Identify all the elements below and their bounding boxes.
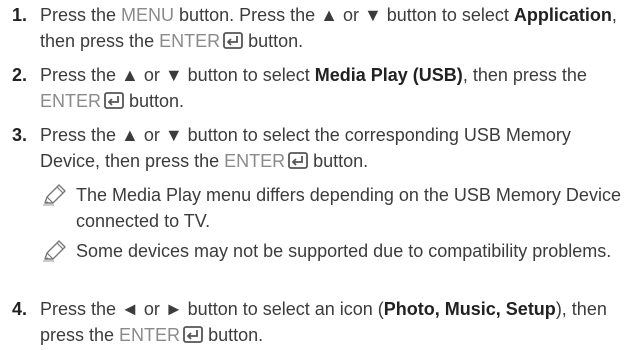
icon-options-keyword: Photo, Music, Setup: [383, 299, 556, 319]
enter-icon: [288, 150, 309, 176]
step-text: Press the ▲ or ▼ button to select Media …: [40, 62, 632, 116]
media-play-keyword: Media Play (USB): [314, 65, 463, 85]
enter-icon: [223, 30, 243, 56]
step-text: Press the MENU button. Press the ▲ or ▼ …: [40, 2, 632, 56]
enter-keyword: ENTER: [224, 151, 286, 171]
enter-icon: [104, 90, 124, 116]
step-text: Press the ◄ or ► button to select an ico…: [40, 296, 632, 350]
step-number: 2.: [12, 65, 28, 85]
enter-keyword: ENTER: [40, 91, 102, 111]
step-number: 4.: [12, 299, 28, 319]
pencil-note-icon: [42, 184, 68, 211]
step-number: 1.: [12, 5, 28, 25]
application-keyword: Application: [513, 5, 612, 25]
menu-keyword: MENU: [121, 5, 175, 25]
pencil-note-icon: [42, 240, 68, 267]
step-text: Press the ▲ or ▼ button to select the co…: [40, 122, 632, 176]
note-text: Some devices may not be supported due to…: [76, 241, 612, 261]
note-text: The Media Play menu differs depending on…: [76, 185, 621, 231]
enter-keyword: ENTER: [159, 31, 221, 51]
enter-keyword: ENTER: [119, 325, 181, 345]
step-number: 3.: [12, 125, 28, 145]
enter-icon: [183, 324, 203, 350]
